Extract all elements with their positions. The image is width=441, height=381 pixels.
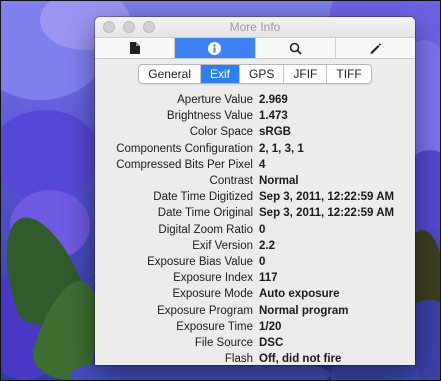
- exif-key: Digital Zoom Ratio: [158, 223, 253, 236]
- window-title: More Info: [229, 20, 281, 34]
- exif-row: Flash Off, did not fire: [95, 351, 415, 365]
- segment-jfif[interactable]: JFIF: [284, 65, 328, 83]
- exif-key: Compressed Bits Per Pixel: [116, 158, 253, 171]
- metadata-segment-bar: General Exif GPS JFIF TIFF: [95, 59, 415, 89]
- document-tab[interactable]: [95, 38, 176, 58]
- segment-exif[interactable]: Exif: [201, 65, 241, 83]
- exif-row: Date Time Digitized Sep 3, 2011, 12:22:59…: [95, 189, 415, 205]
- exif-value: Off, did not fire: [259, 353, 342, 365]
- exif-key: Exposure Time: [176, 320, 253, 333]
- exif-value: 2.2: [259, 239, 275, 252]
- exif-value: 1/20: [259, 320, 282, 333]
- exif-row: Exif Version 2.2: [95, 238, 415, 254]
- inspector-toolbar: [95, 38, 415, 59]
- segment-general[interactable]: General: [139, 65, 201, 83]
- exif-key: Exposure Index: [173, 272, 253, 285]
- exif-row: File Source DSC: [95, 335, 415, 351]
- exif-value: 2.969: [259, 94, 288, 107]
- pencil-icon: [370, 43, 382, 54]
- exif-key: Date Time Digitized: [153, 191, 253, 204]
- exif-key: Flash: [224, 353, 253, 365]
- exif-row: Brightness Value 1.473: [95, 108, 415, 124]
- exif-row: Exposure Index 117: [95, 270, 415, 286]
- exif-key: Date Time Original: [157, 207, 253, 220]
- exif-value: 4: [259, 158, 266, 171]
- info-tab[interactable]: [175, 38, 256, 58]
- exif-row: Components Configuration 2, 1, 3, 1: [95, 141, 415, 157]
- exif-row: Compressed Bits Per Pixel 4: [95, 157, 415, 173]
- exif-key: Color Space: [189, 126, 253, 139]
- exif-value: Auto exposure: [259, 288, 340, 301]
- exif-value: 2, 1, 3, 1: [259, 142, 304, 155]
- exif-key: File Source: [194, 336, 253, 349]
- exif-row: Digital Zoom Ratio 0: [95, 222, 415, 238]
- magnifier-icon: [289, 42, 302, 55]
- exif-key: Exposure Bias Value: [147, 255, 253, 268]
- segmented-control: General Exif GPS JFIF TIFF: [138, 64, 372, 84]
- exif-row: Exposure Program Normal program: [95, 302, 415, 318]
- exif-value: 117: [259, 272, 278, 285]
- exif-key: Exposure Program: [157, 304, 253, 317]
- document-icon: [129, 42, 140, 54]
- exif-key: Aperture Value: [177, 94, 253, 107]
- exif-row: Aperture Value 2.969: [95, 92, 415, 108]
- exif-value: sRGB: [259, 126, 291, 139]
- exif-value: Normal: [259, 175, 299, 188]
- exif-list: Aperture Value 2.969 Brightness Value 1.47…: [95, 89, 415, 365]
- segment-gps[interactable]: GPS: [240, 65, 285, 83]
- exif-value: DSC: [259, 336, 284, 349]
- exif-key: Exif Version: [192, 239, 253, 252]
- exif-value: 1.473: [259, 110, 288, 123]
- segment-tiff[interactable]: TIFF: [327, 65, 370, 83]
- edit-tab[interactable]: [336, 38, 415, 58]
- exif-key: Brightness Value: [166, 110, 253, 123]
- exif-row: Exposure Mode Auto exposure: [95, 286, 415, 302]
- exif-value: Sep 3, 2011, 12:22:59 AM: [259, 191, 395, 204]
- exif-value: 0: [259, 223, 266, 236]
- exif-key: Contrast: [209, 175, 253, 188]
- exif-row: Contrast Normal: [95, 173, 415, 189]
- exif-value: Normal program: [259, 304, 349, 317]
- exif-row: Date Time Original Sep 3, 2011, 12:22:59 …: [95, 205, 415, 221]
- exif-key: Components Configuration: [116, 142, 253, 155]
- exif-row: Exposure Time 1/20: [95, 319, 415, 335]
- exif-value: 0: [259, 255, 266, 268]
- more-info-window: More Info General Exif GPS JFIF TIFF Ape…: [95, 17, 415, 365]
- exif-row: Color Space sRGB: [95, 124, 415, 140]
- title-bar[interactable]: More Info: [95, 17, 415, 38]
- info-icon: [208, 41, 222, 55]
- exif-key: Exposure Mode: [172, 288, 253, 301]
- exif-value: Sep 3, 2011, 12:22:59 AM: [259, 207, 395, 220]
- search-tab[interactable]: [256, 38, 336, 58]
- exif-row: Exposure Bias Value 0: [95, 254, 415, 270]
